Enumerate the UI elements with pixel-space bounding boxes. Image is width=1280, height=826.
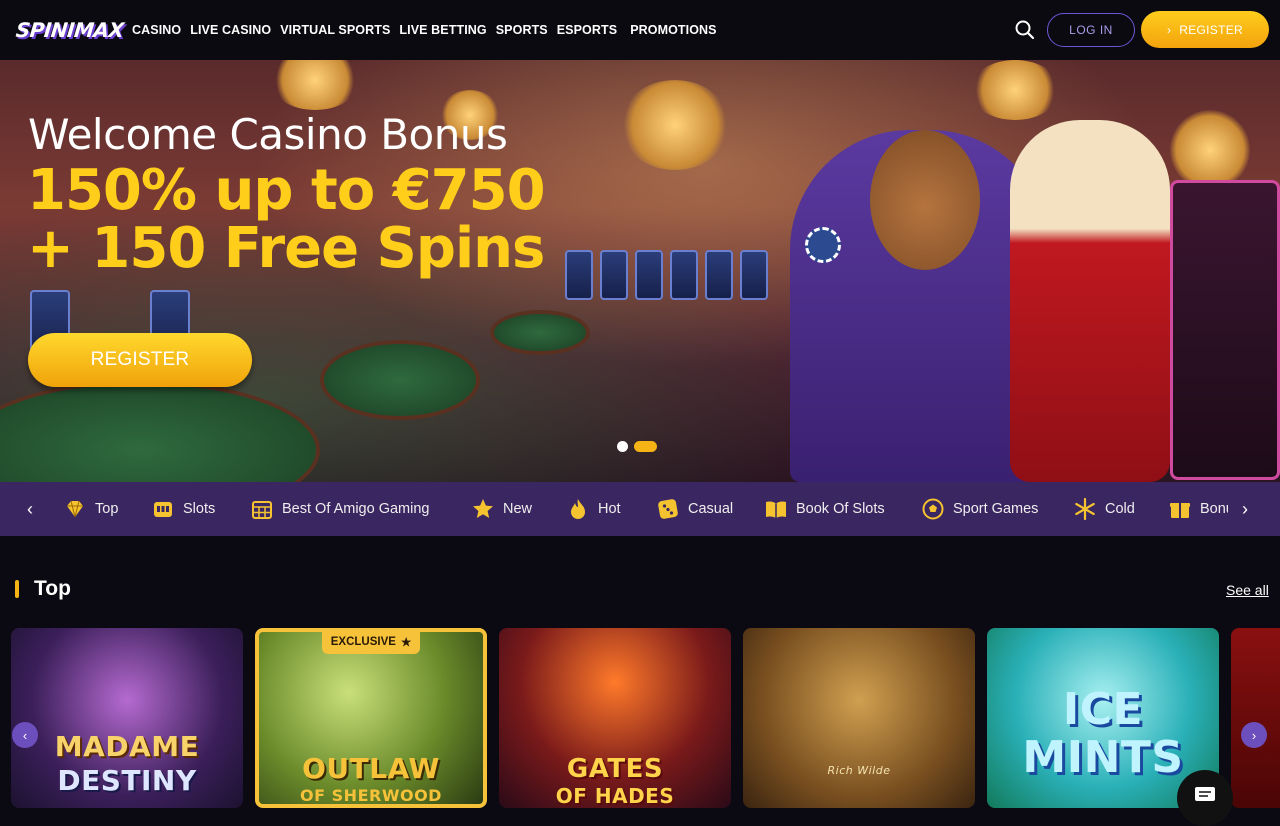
chandelier-decor (270, 60, 360, 110)
carousel-dots (617, 441, 657, 452)
chevron-left-icon[interactable]: ‹ (12, 722, 38, 748)
top-header: SPINIMAX CASINO LIVE CASINO VIRTUAL SPOR… (0, 0, 1280, 60)
slot-machine-icon (154, 502, 172, 517)
spinimax-logo[interactable]: SPINIMAX (15, 16, 125, 44)
game-title-line2: Rich Wilde (827, 764, 891, 777)
category-label: Sport Games (953, 501, 1039, 517)
register-button-header[interactable]: › REGISTER (1141, 11, 1269, 48)
game-title-line2: OF SHERWOOD (300, 786, 442, 805)
card-table-decor (490, 310, 590, 355)
category-label: Cold (1105, 501, 1135, 517)
game-card-gates-of-hades[interactable]: GATES OF HADES (499, 628, 731, 808)
snowflake-icon (1075, 497, 1095, 521)
game-title-line2: OF HADES (555, 784, 675, 808)
calendar-grid-icon (252, 501, 272, 519)
register-button-label: REGISTER (1179, 22, 1244, 37)
category-label: Bonus (1200, 501, 1228, 517)
hero-subtitle: Welcome Casino Bonus (28, 110, 508, 159)
chat-icon[interactable] (1177, 770, 1233, 826)
exclusive-badge-label: EXCLUSIVE (330, 636, 396, 648)
category-label: Hot (598, 501, 621, 517)
nav-sports[interactable]: SPORTS (496, 23, 548, 37)
game-card-outlaw-of-sherwood[interactable]: OUTLAW OF SHERWOOD (255, 628, 487, 808)
soccer-ball-icon (922, 498, 944, 520)
chevron-right-icon: › (1166, 22, 1172, 37)
slot-machine-decor (565, 250, 593, 300)
category-label: Best Of Amigo Gaming (282, 501, 430, 517)
category-bar: ‹ Top Slots Best Of Amigo Gaming New Hot… (0, 482, 1280, 536)
exclusive-badge: EXCLUSIVE ★ (322, 630, 420, 654)
nav-promotions[interactable]: PROMOTIONS (630, 23, 716, 37)
roulette-table-decor (0, 380, 320, 482)
category-slots[interactable]: Slots (151, 482, 215, 536)
card-table-decor (320, 340, 480, 420)
chevron-right-icon[interactable]: › (1235, 499, 1255, 519)
slot-machine-decor (670, 250, 698, 300)
category-cold[interactable]: Cold (1073, 482, 1135, 536)
category-best-of-amigo-gaming[interactable]: Best Of Amigo Gaming (250, 482, 429, 536)
category-label: Top (95, 501, 119, 517)
nav-live-betting[interactable]: LIVE BETTING (399, 23, 486, 37)
game-title-line1: MADAME (54, 730, 200, 763)
hero-register-button[interactable]: REGISTER (28, 333, 252, 387)
star-icon (473, 499, 493, 518)
carousel-dot-1[interactable] (617, 441, 628, 452)
section-accent-bar (15, 580, 19, 598)
mascot-woman-figure (1010, 120, 1170, 482)
login-button[interactable]: LOG IN (1047, 13, 1135, 47)
flame-icon (571, 499, 585, 519)
mascot-man-head (870, 130, 980, 270)
category-casual[interactable]: Casual (656, 482, 733, 536)
game-title-line2: DESTINY (57, 764, 197, 797)
main-nav: CASINO LIVE CASINO VIRTUAL SPORTS LIVE B… (132, 0, 717, 60)
nav-live-casino[interactable]: LIVE CASINO (190, 23, 271, 37)
nav-virtual-sports[interactable]: VIRTUAL SPORTS (280, 23, 390, 37)
category-top[interactable]: Top (63, 482, 118, 536)
category-label: Book Of Slots (796, 501, 885, 517)
diamond-icon (67, 500, 83, 518)
gift-icon (1170, 503, 1190, 518)
game-card-partial[interactable] (1231, 628, 1280, 808)
hero-offer-line2: + 150 Free Spins (27, 216, 545, 281)
chandelier-decor (620, 80, 730, 170)
game-card-madame-destiny[interactable]: MADAME DESTINY (11, 628, 243, 808)
free-spins-chip-icon (805, 227, 841, 263)
category-bonus[interactable]: Bonus (1168, 482, 1228, 536)
hero-offer: 150% up to €750 + 150 Free Spins (27, 158, 546, 281)
carousel-dot-2[interactable] (634, 441, 657, 452)
section-title: Top (34, 577, 71, 600)
game-title-line1: GATES (566, 754, 664, 784)
slot-machine-decor (635, 250, 663, 300)
chevron-right-icon[interactable]: › (1241, 722, 1267, 748)
chandelier-decor (1170, 110, 1250, 190)
slot-machine-decor (740, 250, 768, 300)
see-all-link[interactable]: See all (1226, 582, 1269, 598)
star-icon: ★ (400, 637, 412, 649)
hero-offer-line1: 150% up to €750 (27, 158, 546, 223)
search-icon[interactable] (1012, 17, 1038, 43)
game-card-rich-wilde[interactable]: Rich Wilde (743, 628, 975, 808)
game-title-line2: MINTS (1022, 732, 1184, 783)
chandelier-decor (970, 60, 1060, 120)
nav-esports[interactable]: ESPORTS (557, 23, 617, 37)
category-overflow-clip: Bonus (1168, 482, 1228, 536)
game-title-line1: ICE (1062, 684, 1144, 735)
slot-machine-decor (1170, 180, 1280, 480)
category-new[interactable]: New (471, 482, 532, 536)
category-label: Casual (688, 501, 734, 517)
category-label: New (503, 501, 533, 517)
slot-machine-decor (705, 250, 733, 300)
category-book-of-slots[interactable]: Book Of Slots (764, 482, 885, 536)
category-sport-games[interactable]: Sport Games (921, 482, 1038, 536)
book-icon (766, 501, 786, 518)
slot-machine-decor (600, 250, 628, 300)
category-hot[interactable]: Hot (566, 482, 621, 536)
game-title-line1: OUTLAW (302, 752, 440, 785)
nav-casino[interactable]: CASINO (132, 23, 181, 37)
chevron-left-icon[interactable]: ‹ (20, 499, 40, 519)
dice-icon (658, 499, 678, 519)
category-label: Slots (183, 501, 216, 517)
